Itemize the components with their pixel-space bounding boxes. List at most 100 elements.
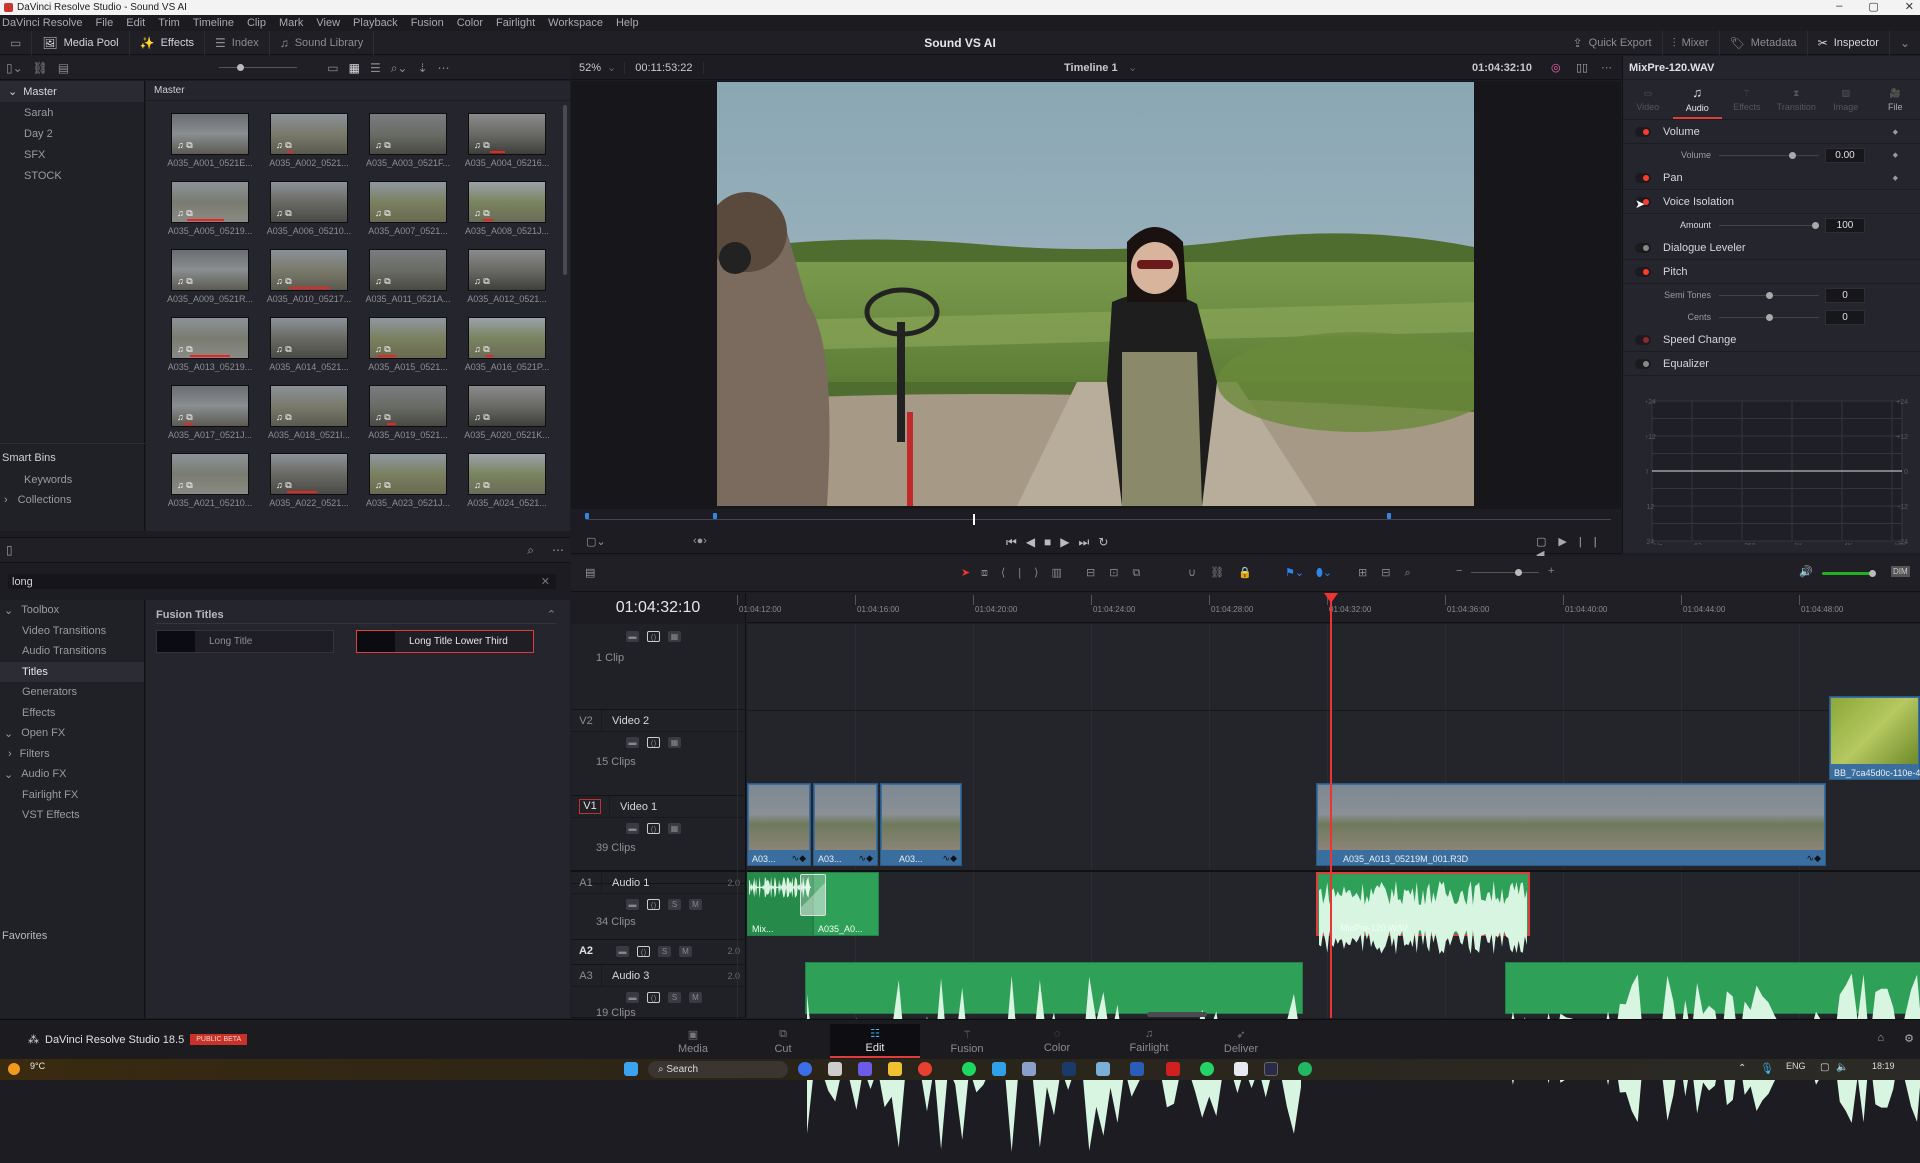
amount-value-input[interactable]: 100 xyxy=(1825,218,1865,233)
minimize-button[interactable]: – xyxy=(1836,0,1842,13)
bin-stock[interactable]: STOCK xyxy=(0,165,144,186)
blade-tool-icon[interactable]: ▥ xyxy=(1051,567,1074,579)
search-icon[interactable]: ⌕ xyxy=(527,544,534,556)
semitones-slider[interactable] xyxy=(1719,295,1819,296)
mute-button[interactable]: M xyxy=(679,946,692,957)
video-clip[interactable]: A035_A013_05219M_001.R3D∿◆ xyxy=(1316,783,1826,866)
section-speed-change[interactable]: Speed Change xyxy=(1623,328,1920,352)
media-clip[interactable]: ♫ ⧉A035_A010_05217... xyxy=(263,249,355,304)
expand-button[interactable]: ⌄ xyxy=(1890,31,1920,55)
audio-clip[interactable] xyxy=(805,962,1303,1014)
more-options-icon[interactable]: ⋯ xyxy=(1601,61,1612,74)
file-explorer-icon[interactable] xyxy=(888,1062,902,1076)
linked-selection-icon[interactable]: ⛓ xyxy=(1210,567,1238,579)
sort-icon[interactable]: ⇣ xyxy=(417,62,427,74)
solo-button[interactable]: S xyxy=(658,946,671,957)
timeline-view-options-icon[interactable]: ▤ xyxy=(585,566,595,579)
menu-playback[interactable]: Playback xyxy=(353,17,398,29)
tab-transition[interactable]: ⧗Transition xyxy=(1772,80,1822,119)
track-enable-icon[interactable]: ▦ xyxy=(668,631,681,642)
fx-tree-open-fx[interactable]: ⌄Open FX xyxy=(0,723,144,744)
fx-tree-audio-fx[interactable]: ⌄Audio FX xyxy=(0,764,144,785)
marker-icon[interactable] xyxy=(1387,513,1391,519)
lock-icon[interactable]: ▬ xyxy=(626,631,639,642)
media-clip[interactable]: ♫ ⧉A035_A005_05219... xyxy=(164,181,256,236)
slider-knob[interactable] xyxy=(1812,222,1819,229)
lightroom-icon[interactable] xyxy=(1062,1062,1076,1076)
zoom-level[interactable]: 52% xyxy=(571,62,607,74)
link-icon[interactable]: ⛓ xyxy=(33,62,48,74)
track-enable-icon[interactable]: ▦ xyxy=(668,737,681,748)
menu-workspace[interactable]: Workspace xyxy=(548,17,603,29)
position-lock-icon[interactable]: 🔒 xyxy=(1238,567,1266,579)
collapse-icon[interactable]: ⌃ xyxy=(547,608,556,621)
playhead-handle[interactable] xyxy=(1324,593,1338,603)
replace-clip-icon[interactable]: ⧉ xyxy=(1132,567,1154,579)
bin-day-2[interactable]: Day 2 xyxy=(0,123,144,144)
keyframe-icon[interactable]: ◆ xyxy=(1893,174,1898,182)
media-clip[interactable]: ♫ ⧉A035_A021_05210... xyxy=(164,453,256,508)
weather-temp[interactable]: 9°C xyxy=(30,1061,45,1071)
panel-toggle-button[interactable]: ▭ xyxy=(0,31,32,55)
notepad-icon[interactable] xyxy=(992,1062,1006,1076)
sidebar-toggle-icon[interactable]: ▯⌄ xyxy=(6,62,23,74)
zoom-in-icon[interactable]: + xyxy=(1548,565,1554,577)
mute-button[interactable]: M xyxy=(689,899,702,910)
sound-library-button[interactable]: ♫Sound Library xyxy=(270,31,375,55)
menu-mark[interactable]: Mark xyxy=(279,17,303,29)
section-volume[interactable]: Volume◆ xyxy=(1623,120,1920,144)
reverse-play-icon[interactable]: ◀ xyxy=(1026,535,1044,549)
auto-select-icon[interactable]: ⟨⟩ xyxy=(647,823,660,834)
menu-color[interactable]: Color xyxy=(457,17,483,29)
slider-knob[interactable] xyxy=(1869,570,1876,577)
selection-tool-icon[interactable]: ➤ xyxy=(961,566,970,579)
smart-bin-collections[interactable]: ›Collections xyxy=(0,489,145,510)
auto-select-icon[interactable]: ⟨⟩ xyxy=(637,946,650,957)
page-tab-cut[interactable]: ⧉Cut xyxy=(738,1024,828,1058)
media-clip[interactable]: ♫ ⧉A035_A011_0521A... xyxy=(362,249,454,304)
track-id-target[interactable]: V1 xyxy=(579,799,601,814)
dialogue-leveler-toggle[interactable] xyxy=(1635,243,1651,253)
microphone-icon[interactable]: 🎙 xyxy=(1760,1062,1774,1075)
fx-long-title[interactable]: Long Title xyxy=(156,630,334,653)
chevron-down-icon[interactable]: ⌄ xyxy=(1128,61,1137,74)
insert-clip-icon[interactable]: ⊟ xyxy=(1086,567,1109,579)
media-clip[interactable]: ♫ ⧉A035_A024_0521... xyxy=(461,453,553,508)
audio-transition[interactable] xyxy=(800,874,826,916)
mixer-button[interactable]: ⫶Mixer xyxy=(1663,31,1720,55)
timeline-scrollbar[interactable] xyxy=(1147,1012,1207,1017)
audio-clip-selected[interactable]: MixPre-120.WAV xyxy=(1316,872,1530,936)
slider-knob[interactable] xyxy=(237,64,244,71)
page-tab-deliver[interactable]: ➶Deliver xyxy=(1196,1024,1286,1058)
section-voice-isolation[interactable]: Voice Isolation➤ xyxy=(1623,190,1920,214)
audio-clip[interactable] xyxy=(1505,962,1920,1014)
media-clip[interactable]: ♫ ⧉A035_A015_0521... xyxy=(362,317,454,372)
volume-value-input[interactable]: 0.00 xyxy=(1825,148,1865,163)
bing-icon[interactable] xyxy=(798,1062,812,1076)
grid-view-icon[interactable]: ▦ xyxy=(349,62,360,74)
fx-tree-effects[interactable]: Effects xyxy=(0,703,144,724)
keyframe-icon[interactable]: ◆ xyxy=(1893,151,1898,159)
go-to-start-icon[interactable]: ⏮ xyxy=(1006,535,1026,549)
solo-button[interactable]: S xyxy=(668,992,681,1003)
clear-search-icon[interactable]: ✕ xyxy=(541,575,550,588)
track-header-v3[interactable]: ▬⟨⟩▦ 1 Clip xyxy=(571,624,746,710)
pitch-toggle[interactable] xyxy=(1635,267,1651,277)
inspector-button[interactable]: ✂Inspector xyxy=(1808,31,1890,55)
fx-tree-generators[interactable]: Generators xyxy=(0,682,144,703)
metadata-button[interactable]: 🏷Metadata xyxy=(1720,31,1808,55)
video-clip[interactable]: BB_7ca45d0c-110e-496 xyxy=(1829,696,1920,780)
media-clip[interactable]: ♫ ⧉A035_A022_0521... xyxy=(263,453,355,508)
solo-button[interactable]: S xyxy=(668,899,681,910)
timeline-zoom-slider[interactable] xyxy=(1471,572,1539,573)
track-header-a2[interactable]: A2▬⟨⟩SM2.0 xyxy=(571,940,746,965)
jog-icon[interactable]: ‹●› xyxy=(693,535,707,547)
fx-tree-toolbox[interactable]: ⌄Toolbox xyxy=(0,600,144,621)
track-name[interactable]: Audio 1 xyxy=(601,872,727,893)
auto-select-icon[interactable]: ⟨⟩ xyxy=(647,992,660,1003)
app-icon[interactable] xyxy=(1298,1062,1312,1076)
media-clip[interactable]: ♫ ⧉A035_A014_0521... xyxy=(263,317,355,372)
tray-chevron-icon[interactable]: ⌃ xyxy=(1738,1063,1746,1074)
fx-long-title-lower-third[interactable]: Long Title Lower Third xyxy=(356,630,534,653)
media-clip[interactable]: ♫ ⧉A035_A002_0521... xyxy=(263,113,355,168)
